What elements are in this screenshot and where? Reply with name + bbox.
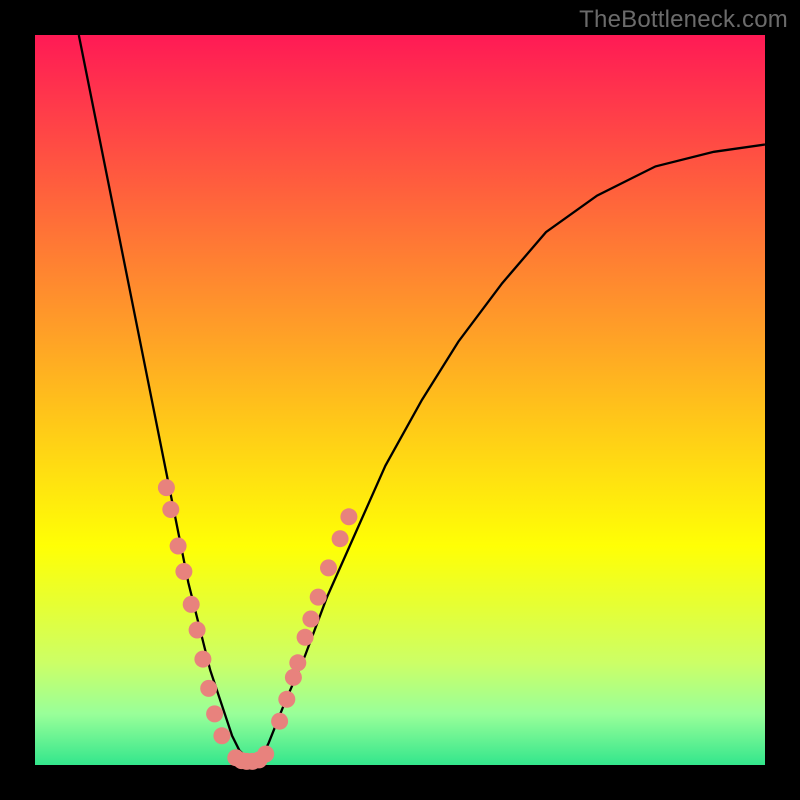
data-dot bbox=[320, 559, 337, 576]
data-dots bbox=[158, 479, 358, 770]
data-dot bbox=[189, 622, 206, 639]
data-dot bbox=[271, 713, 288, 730]
data-dot bbox=[213, 727, 230, 744]
curve-layer bbox=[35, 35, 765, 765]
plot-area bbox=[35, 35, 765, 765]
data-dot bbox=[278, 691, 295, 708]
data-dot bbox=[302, 611, 319, 628]
data-dot bbox=[183, 596, 200, 613]
data-dot bbox=[257, 746, 274, 763]
data-dot bbox=[332, 530, 349, 547]
data-dot bbox=[206, 705, 223, 722]
data-dot bbox=[297, 629, 314, 646]
chart-frame: TheBottleneck.com bbox=[0, 0, 800, 800]
data-dot bbox=[200, 680, 217, 697]
data-dot bbox=[340, 508, 357, 525]
data-dot bbox=[310, 589, 327, 606]
data-dot bbox=[162, 501, 179, 518]
data-dot bbox=[175, 563, 192, 580]
data-dot bbox=[158, 479, 175, 496]
data-dot bbox=[289, 654, 306, 671]
bottleneck-curve bbox=[79, 35, 765, 761]
data-dot bbox=[170, 538, 187, 555]
watermark-label: TheBottleneck.com bbox=[579, 6, 788, 34]
data-dot bbox=[194, 651, 211, 668]
data-dot bbox=[285, 669, 302, 686]
